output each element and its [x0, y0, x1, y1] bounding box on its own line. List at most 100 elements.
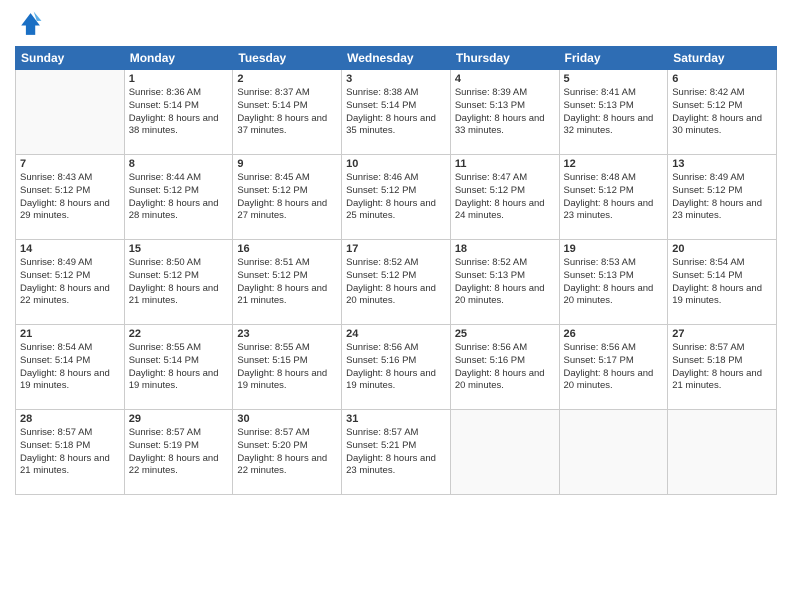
- day-info: Sunrise: 8:47 AMSunset: 5:12 PMDaylight:…: [455, 172, 555, 223]
- day-number: 18: [455, 243, 555, 255]
- calendar-cell: [450, 410, 559, 495]
- day-info: Sunrise: 8:45 AMSunset: 5:12 PMDaylight:…: [237, 172, 337, 223]
- calendar-cell: 7 Sunrise: 8:43 AMSunset: 5:12 PMDaylight…: [16, 155, 125, 240]
- day-header-wednesday: Wednesday: [342, 47, 451, 70]
- day-header-saturday: Saturday: [668, 47, 777, 70]
- day-info: Sunrise: 8:49 AMSunset: 5:12 PMDaylight:…: [672, 172, 772, 223]
- day-info: Sunrise: 8:53 AMSunset: 5:13 PMDaylight:…: [564, 257, 664, 308]
- calendar-cell: [559, 410, 668, 495]
- day-header-thursday: Thursday: [450, 47, 559, 70]
- day-number: 13: [672, 158, 772, 170]
- day-info: Sunrise: 8:54 AMSunset: 5:14 PMDaylight:…: [672, 257, 772, 308]
- day-number: 5: [564, 73, 664, 85]
- calendar-cell: 10 Sunrise: 8:46 AMSunset: 5:12 PMDayligh…: [342, 155, 451, 240]
- day-info: Sunrise: 8:57 AMSunset: 5:19 PMDaylight:…: [129, 427, 229, 478]
- day-info: Sunrise: 8:56 AMSunset: 5:16 PMDaylight:…: [346, 342, 446, 393]
- calendar-cell: 19 Sunrise: 8:53 AMSunset: 5:13 PMDayligh…: [559, 240, 668, 325]
- day-info: Sunrise: 8:36 AMSunset: 5:14 PMDaylight:…: [129, 87, 229, 138]
- calendar-cell: 29 Sunrise: 8:57 AMSunset: 5:19 PMDayligh…: [124, 410, 233, 495]
- calendar-cell: 17 Sunrise: 8:52 AMSunset: 5:12 PMDayligh…: [342, 240, 451, 325]
- day-number: 27: [672, 328, 772, 340]
- day-number: 28: [20, 413, 120, 425]
- calendar-cell: 6 Sunrise: 8:42 AMSunset: 5:12 PMDaylight…: [668, 70, 777, 155]
- day-number: 22: [129, 328, 229, 340]
- calendar-cell: 22 Sunrise: 8:55 AMSunset: 5:14 PMDayligh…: [124, 325, 233, 410]
- calendar-cell: 16 Sunrise: 8:51 AMSunset: 5:12 PMDayligh…: [233, 240, 342, 325]
- day-info: Sunrise: 8:55 AMSunset: 5:14 PMDaylight:…: [129, 342, 229, 393]
- calendar-cell: 18Sunrise: 8:52 AMSunset: 5:13 PMDayligh…: [450, 240, 559, 325]
- day-info: Sunrise: 8:43 AMSunset: 5:12 PMDaylight:…: [20, 172, 120, 223]
- day-number: 3: [346, 73, 446, 85]
- day-info: Sunrise: 8:42 AMSunset: 5:12 PMDaylight:…: [672, 87, 772, 138]
- header: [15, 10, 777, 38]
- calendar-week-2: 7 Sunrise: 8:43 AMSunset: 5:12 PMDaylight…: [16, 155, 777, 240]
- day-info: Sunrise: 8:51 AMSunset: 5:12 PMDaylight:…: [237, 257, 337, 308]
- day-info: Sunrise: 8:38 AMSunset: 5:14 PMDaylight:…: [346, 87, 446, 138]
- day-number: 26: [564, 328, 664, 340]
- calendar-cell: 12 Sunrise: 8:48 AMSunset: 5:12 PMDayligh…: [559, 155, 668, 240]
- calendar-week-5: 28 Sunrise: 8:57 AMSunset: 5:18 PMDayligh…: [16, 410, 777, 495]
- day-info: Sunrise: 8:52 AMSunset: 5:12 PMDaylight:…: [346, 257, 446, 308]
- calendar-header-row: SundayMondayTuesdayWednesdayThursdayFrid…: [16, 47, 777, 70]
- day-info: Sunrise: 8:46 AMSunset: 5:12 PMDaylight:…: [346, 172, 446, 223]
- day-number: 30: [237, 413, 337, 425]
- day-info: Sunrise: 8:56 AMSunset: 5:16 PMDaylight:…: [455, 342, 555, 393]
- day-info: Sunrise: 8:54 AMSunset: 5:14 PMDaylight:…: [20, 342, 120, 393]
- calendar-cell: 14 Sunrise: 8:49 AMSunset: 5:12 PMDayligh…: [16, 240, 125, 325]
- day-number: 14: [20, 243, 120, 255]
- calendar-cell: 24 Sunrise: 8:56 AMSunset: 5:16 PMDayligh…: [342, 325, 451, 410]
- day-number: 1: [129, 73, 229, 85]
- day-info: Sunrise: 8:57 AMSunset: 5:21 PMDaylight:…: [346, 427, 446, 478]
- day-info: Sunrise: 8:44 AMSunset: 5:12 PMDaylight:…: [129, 172, 229, 223]
- calendar-cell: 5 Sunrise: 8:41 AMSunset: 5:13 PMDaylight…: [559, 70, 668, 155]
- calendar-cell: 23 Sunrise: 8:55 AMSunset: 5:15 PMDayligh…: [233, 325, 342, 410]
- calendar-cell: 20Sunrise: 8:54 AMSunset: 5:14 PMDayligh…: [668, 240, 777, 325]
- calendar-week-1: 1 Sunrise: 8:36 AMSunset: 5:14 PMDaylight…: [16, 70, 777, 155]
- calendar-cell: 27 Sunrise: 8:57 AMSunset: 5:18 PMDayligh…: [668, 325, 777, 410]
- day-header-monday: Monday: [124, 47, 233, 70]
- day-info: Sunrise: 8:41 AMSunset: 5:13 PMDaylight:…: [564, 87, 664, 138]
- day-info: Sunrise: 8:48 AMSunset: 5:12 PMDaylight:…: [564, 172, 664, 223]
- calendar-cell: 25Sunrise: 8:56 AMSunset: 5:16 PMDayligh…: [450, 325, 559, 410]
- day-header-tuesday: Tuesday: [233, 47, 342, 70]
- day-number: 8: [129, 158, 229, 170]
- day-number: 10: [346, 158, 446, 170]
- calendar-cell: 21 Sunrise: 8:54 AMSunset: 5:14 PMDayligh…: [16, 325, 125, 410]
- day-number: 23: [237, 328, 337, 340]
- calendar-cell: 26 Sunrise: 8:56 AMSunset: 5:17 PMDayligh…: [559, 325, 668, 410]
- day-info: Sunrise: 8:57 AMSunset: 5:18 PMDaylight:…: [672, 342, 772, 393]
- day-number: 21: [20, 328, 120, 340]
- day-number: 12: [564, 158, 664, 170]
- day-info: Sunrise: 8:49 AMSunset: 5:12 PMDaylight:…: [20, 257, 120, 308]
- calendar-cell: [668, 410, 777, 495]
- day-number: 24: [346, 328, 446, 340]
- day-number: 7: [20, 158, 120, 170]
- day-info: Sunrise: 8:56 AMSunset: 5:17 PMDaylight:…: [564, 342, 664, 393]
- calendar-cell: 30 Sunrise: 8:57 AMSunset: 5:20 PMDayligh…: [233, 410, 342, 495]
- day-number: 15: [129, 243, 229, 255]
- day-number: 2: [237, 73, 337, 85]
- day-number: 17: [346, 243, 446, 255]
- calendar-cell: 13 Sunrise: 8:49 AMSunset: 5:12 PMDayligh…: [668, 155, 777, 240]
- day-header-sunday: Sunday: [16, 47, 125, 70]
- day-number: 9: [237, 158, 337, 170]
- day-number: 19: [564, 243, 664, 255]
- calendar-table: SundayMondayTuesdayWednesdayThursdayFrid…: [15, 46, 777, 495]
- calendar-cell: 1 Sunrise: 8:36 AMSunset: 5:14 PMDaylight…: [124, 70, 233, 155]
- day-number: 6: [672, 73, 772, 85]
- calendar-cell: 31Sunrise: 8:57 AMSunset: 5:21 PMDayligh…: [342, 410, 451, 495]
- day-number: 16: [237, 243, 337, 255]
- calendar-cell: 11Sunrise: 8:47 AMSunset: 5:12 PMDayligh…: [450, 155, 559, 240]
- day-info: Sunrise: 8:57 AMSunset: 5:18 PMDaylight:…: [20, 427, 120, 478]
- day-info: Sunrise: 8:57 AMSunset: 5:20 PMDaylight:…: [237, 427, 337, 478]
- day-info: Sunrise: 8:50 AMSunset: 5:12 PMDaylight:…: [129, 257, 229, 308]
- day-number: 4: [455, 73, 555, 85]
- logo: [15, 10, 45, 38]
- calendar-cell: 8 Sunrise: 8:44 AMSunset: 5:12 PMDaylight…: [124, 155, 233, 240]
- day-info: Sunrise: 8:37 AMSunset: 5:14 PMDaylight:…: [237, 87, 337, 138]
- calendar-cell: 28 Sunrise: 8:57 AMSunset: 5:18 PMDayligh…: [16, 410, 125, 495]
- page-container: SundayMondayTuesdayWednesdayThursdayFrid…: [0, 0, 792, 612]
- day-info: Sunrise: 8:55 AMSunset: 5:15 PMDaylight:…: [237, 342, 337, 393]
- calendar-cell: [16, 70, 125, 155]
- day-number: 29: [129, 413, 229, 425]
